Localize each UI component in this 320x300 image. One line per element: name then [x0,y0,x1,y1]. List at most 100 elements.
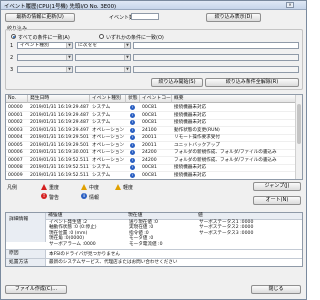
table-row[interactable]: 00009 2019/01/31 16:19:52.511 システム i 00C81 接続… [6,172,296,180]
column-header-summary[interactable]: 概要 [172,95,296,103]
cell-datetime: 2019/01/31 16:19:29.501 [30,135,89,140]
cell-code: 20011 [142,142,157,148]
chevron-down-icon: ▼ [124,55,130,60]
column-header-datetime[interactable]: 発生日時 [28,95,90,103]
info-icon: i [128,149,140,157]
cell-code: 24100 [142,127,157,133]
collapse-filter-button[interactable]: 絞り込み表示(D) [206,13,261,22]
radio-match-any[interactable] [99,34,104,39]
condition-operator-select[interactable]: に次をを ▼ [75,42,131,49]
refresh-button[interactable]: 最新の情報に更新(U) [5,13,75,22]
condition-value-input[interactable] [133,54,299,61]
cell-no: 00006 [8,150,23,155]
event-history-window: イベント履歴(CPU(1号機) 先頭I/O No. 3E00) ✕ 最新の情報に… [0,0,307,300]
close-button[interactable]: 閉じる [251,285,301,294]
radio-match-all[interactable] [11,34,16,39]
cell-no: 00000 [8,105,23,110]
info-icon: i [128,119,140,127]
condition-operator-select[interactable]: ▼ [75,54,131,61]
cell-summary: 接続機器未対応 [174,112,207,118]
cell-datetime: 2019/01/31 16:19:29.497 [30,127,89,133]
column-header-state[interactable]: 状態 [126,95,140,103]
cell-no: 00003 [8,127,23,133]
cell-code: 24200 [142,157,157,163]
event-table: No. 発生日時 イベント種別 状態 イベントコード 概要 00000 2019/… [5,94,303,180]
detail-col3-header: 値 [196,213,302,220]
column-header-no[interactable]: No. [6,95,28,103]
cell-type: オペレーション [92,150,125,155]
action-label: 処置方法 [6,259,46,266]
info-icon: i [128,142,140,150]
cell-code: 24200 [142,150,157,155]
cell-no: 00009 [8,172,23,178]
chevron-down-icon: ▼ [124,43,130,48]
detail-section-label: 詳細情報 [6,213,46,242]
title-bar: イベント履歴(CPU(1号機) 先頭I/O No. 3E00) ✕ [1,1,306,10]
window-title: イベント履歴(CPU(1号機) 先頭I/O No. 3E00) [4,4,117,10]
radio-match-any-label: いずれかの条件に一致(O) [106,34,164,41]
condition-field-select[interactable]: イベント種別 ▼ [17,42,73,49]
cell-datetime: 2019/01/31 16:19:29.487 [30,105,89,110]
cell-summary: 接続機器未対応 [174,120,207,125]
condition-number: 3 [10,67,14,73]
table-scrollbar[interactable] [295,95,302,179]
severe-icon [41,184,47,190]
condition-number: 2 [10,55,14,61]
filter-start-button[interactable]: 絞り込み開始(S) [151,78,203,87]
close-icon[interactable]: ✕ [286,2,294,8]
detail-divider [6,258,302,259]
action-text: 最新のシステムサービス、代理店またはお問い合わせください [49,260,178,265]
cell-type: システム [92,112,111,118]
warning-icon: ! [41,193,47,199]
info-icon: i [128,112,140,120]
column-header-type[interactable]: イベント種別 [90,95,126,103]
detail-col2-text: 送り現在値 :0 実現在値 :0 指令値 :0 モータ値 :0 モータ電流値 :… [129,220,163,247]
column-header-code[interactable]: イベントコード [140,95,172,103]
legend-info-label: 情報 [89,195,100,201]
cell-datetime: 2019/01/31 16:19:29.487 [30,112,89,118]
condition-operator-select[interactable]: ▼ [75,66,131,73]
detail-col3-text: サーボステータス1 :0000 サーボステータス2 :0000 サーボステータス… [199,220,254,236]
condition-operator-value: に次をを [78,43,98,48]
info-icon: i [128,157,140,165]
cell-summary: フォルダの新規作成、フォルダ/ファイルの書込み [174,157,277,163]
filter-clear-all-button[interactable]: 絞り込み条件全解除(R) [205,78,299,87]
auto-button[interactable]: オート(N) [253,196,301,205]
cell-summary: 接続機器未対応 [174,165,207,170]
jump-button[interactable]: ジャンプ(J) [253,182,301,191]
cell-code: 00C81 [142,120,157,125]
condition-value-input[interactable] [133,42,299,49]
cell-no: 00002 [8,120,23,125]
legend-severe-label: 重度 [49,185,60,191]
cell-datetime: 2019/01/31 16:19:30.001 [30,150,89,155]
condition-field-select[interactable]: ▼ [17,66,73,73]
cell-code: 20011 [142,135,157,140]
chevron-down-icon: ▼ [66,67,72,72]
cause-text: 本FSIのドライバが見つかりません [49,251,120,257]
condition-field-select[interactable]: ▼ [17,54,73,61]
cell-type: オペレーション [92,135,125,140]
minor-icon [115,184,121,190]
create-file-button[interactable]: ファイル作成(C)... [5,285,67,294]
info-icon: i [128,172,140,180]
cell-datetime: 2019/01/31 16:19:29.487 [30,120,89,125]
cell-type: オペレーション [92,127,125,133]
cell-datetime: 2019/01/31 16:19:52.511 [30,157,89,163]
cell-no: 00007 [8,157,23,163]
info-icon: i [128,164,140,172]
detail-divider [6,249,302,250]
legend-title: 凡例 [7,185,18,191]
cell-type: オペレーション [92,142,125,148]
cell-summary: フォルダの新規作成、フォルダ/ファイルの書込み [174,150,277,155]
chevron-down-icon: ▼ [66,43,72,48]
condition-value-input[interactable] [133,66,299,73]
cause-label: 原因 [6,250,46,258]
cell-type: オペレーション [92,157,125,163]
detail-col1-header: 補強値 [46,213,126,220]
scrollbar-thumb[interactable] [297,104,301,144]
cell-datetime: 2019/01/31 16:19:29.501 [30,142,89,148]
cell-datetime: 2019/01/31 16:19:52.511 [30,172,89,178]
cell-summary: ユニットバックアップ [174,142,220,148]
legend-minor-label: 軽度 [123,185,134,191]
cell-type: システム [92,172,111,178]
